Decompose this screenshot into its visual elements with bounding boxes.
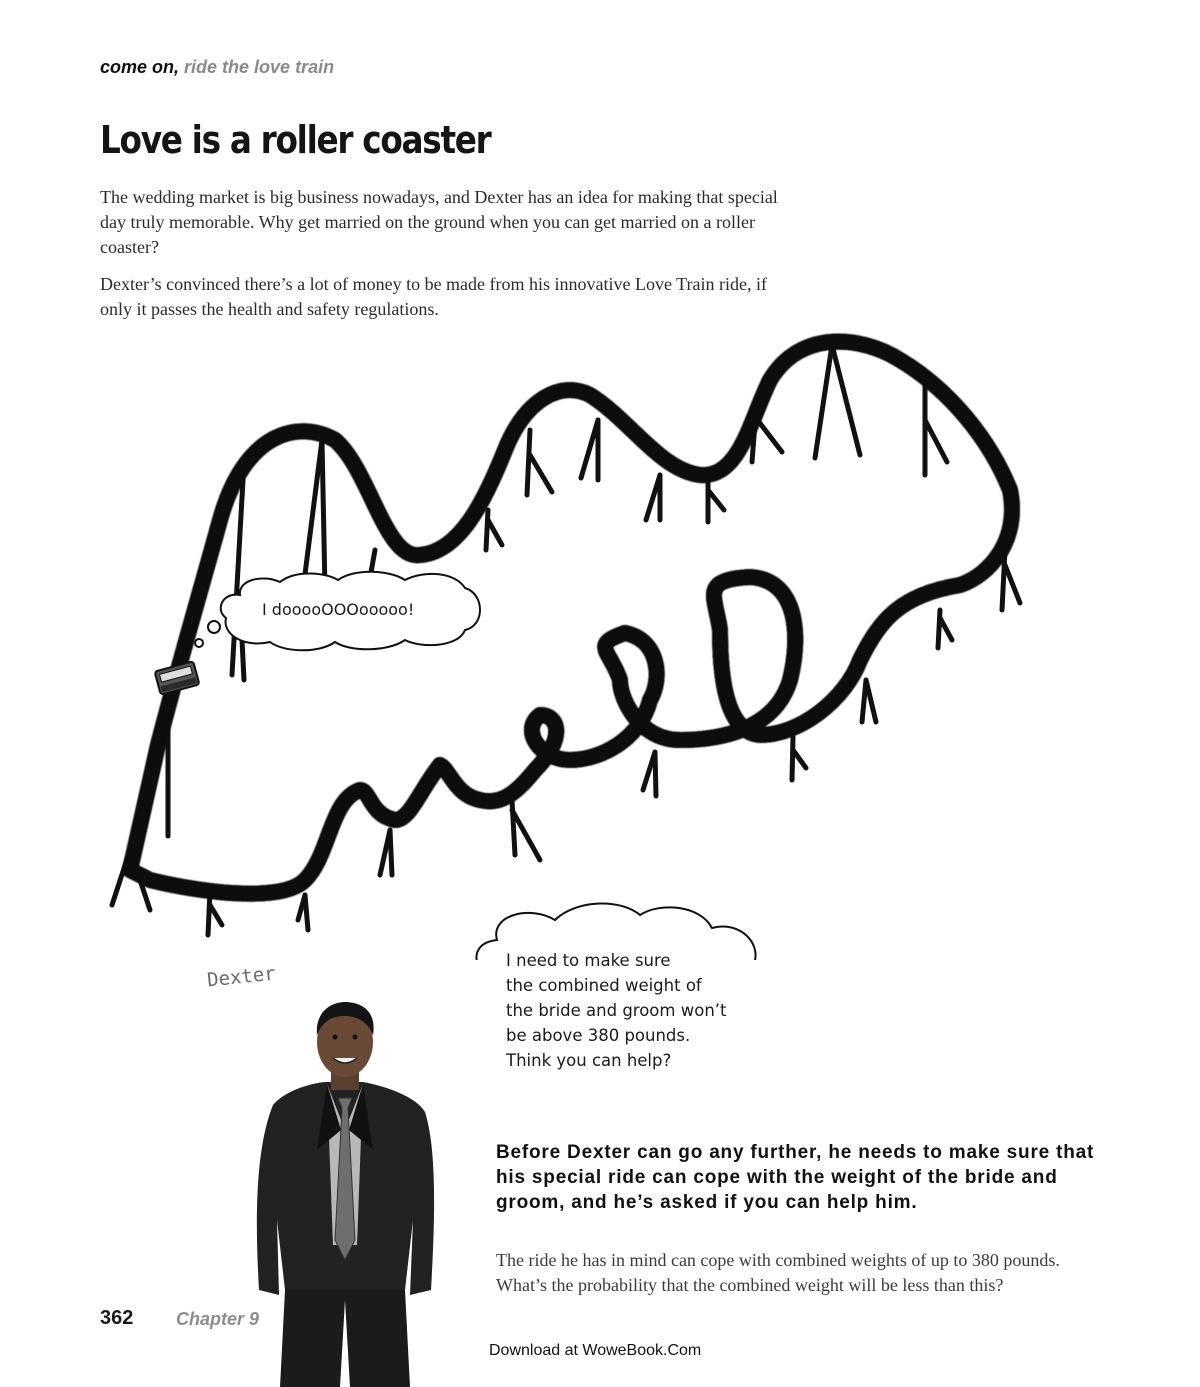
callout-body: The ride he has in mind can cope with co…	[496, 1250, 1060, 1295]
header-prefix: come on,	[100, 57, 180, 77]
intro-paragraph-2: Dexter’s convinced there’s a lot of mone…	[100, 274, 768, 319]
rider-thought-text: I dooooOOOooooo!	[262, 600, 415, 619]
train-car	[154, 660, 200, 696]
running-header: come on, ride the love train	[100, 57, 334, 78]
chapter-label: Chapter 9	[176, 1309, 260, 1329]
intro-paragraph-1: The wedding market is big business nowad…	[100, 187, 778, 257]
page-title: Love is a roller coaster	[100, 118, 492, 162]
callout-heading: Before Dexter can go any further, he nee…	[496, 1142, 1095, 1213]
dexter-thought-text: I need to make sure the combined weight …	[506, 951, 727, 1070]
header-section: ride the love train	[184, 57, 335, 77]
dexter-photo	[256, 1002, 435, 1387]
dexter-label: Dexter	[206, 962, 277, 992]
roller-coaster-illustration	[109, 320, 1023, 960]
download-footer: Download at WoweBook.Com	[489, 1342, 702, 1359]
page-number: 362	[100, 1307, 134, 1329]
